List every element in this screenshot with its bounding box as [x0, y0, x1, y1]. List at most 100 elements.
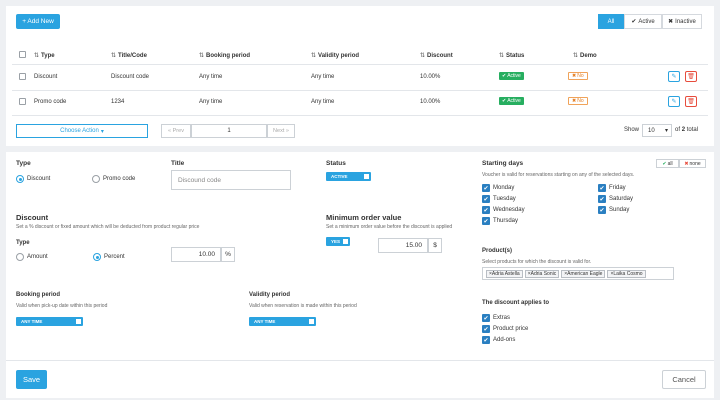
product-tag[interactable]: × Adria Astella [486, 269, 523, 278]
days-none-label: none [689, 160, 701, 167]
days-none-button[interactable]: ✖ none [679, 159, 706, 168]
min-order-help: Set a minimum order value before the dis… [326, 224, 453, 230]
col-header-status[interactable]: ⇅ Status [499, 52, 524, 60]
product-tag-label: Adria Sonic [530, 270, 557, 277]
demo-badge[interactable]: ✖ No [568, 97, 588, 105]
status-badge[interactable]: ✔ Active [499, 72, 524, 80]
product-tag[interactable]: × Laika Cosmo [607, 269, 646, 278]
col-header-type-label: Type [41, 52, 55, 59]
add-new-button[interactable]: + Add New [16, 14, 60, 29]
cancel-label: Cancel [672, 375, 696, 384]
col-header-title[interactable]: ⇅ Title/Code [111, 52, 147, 60]
validity-period-toggle[interactable]: ANY TIME [249, 317, 316, 326]
discount-value-input[interactable]: 10.00 [171, 247, 221, 262]
booking-period-toggle[interactable]: ANY TIME [16, 317, 83, 326]
applies-label: The discount applies to [482, 300, 550, 306]
days-all-button[interactable]: ✔ all [656, 159, 679, 168]
next-label: Next » [273, 128, 289, 134]
day-thursday-checkbox[interactable]: ✔ [482, 217, 490, 225]
status-badge[interactable]: ✔ Active [499, 97, 524, 105]
day-monday-checkbox[interactable]: ✔ [482, 184, 490, 192]
day-wednesday-label: Wednesday [493, 207, 525, 213]
type-discount-label: Discount [27, 176, 51, 182]
applies-price-checkbox[interactable]: ✔ [482, 325, 490, 333]
demo-badge[interactable]: ✖ No [568, 72, 588, 80]
edit-button[interactable]: ✎ [668, 96, 680, 107]
products-multiselect[interactable]: × Adria Astella × Adria Sonic × American Ea… [482, 267, 674, 280]
type-discount-radio[interactable] [16, 175, 24, 183]
min-order-value-input[interactable]: 15.00 [378, 238, 428, 253]
col-header-discount-label: Discount [427, 52, 453, 59]
status-label: Status [326, 160, 346, 167]
filter-all-button[interactable]: All [598, 14, 624, 29]
page-input[interactable]: 1 [191, 124, 267, 138]
check-icon: ✔ [502, 73, 507, 79]
toggle-knob [342, 238, 349, 245]
cell-type: Promo code [34, 99, 67, 105]
starting-days-help: Voucher is valid for reservations starti… [482, 172, 635, 178]
applies-extras-label: Extras [493, 315, 511, 321]
prev-label: « Prev [168, 128, 184, 134]
select-all-checkbox[interactable] [19, 51, 26, 58]
day-tuesday-checkbox[interactable]: ✔ [482, 195, 490, 203]
toggle-knob [363, 173, 370, 180]
day-saturday-checkbox[interactable]: ✔ [598, 195, 606, 203]
day-tuesday-label: Tuesday [493, 196, 516, 202]
per-page-select[interactable]: 10 ▾ [642, 124, 672, 137]
delete-button[interactable]: 🗑 [685, 96, 697, 107]
filter-inactive-button[interactable]: ✖ Inactive [662, 14, 702, 29]
product-tag[interactable]: × American Eagle [561, 269, 606, 278]
discount-type-label: Type [16, 240, 30, 246]
applies-extras-checkbox[interactable]: ✔ [482, 314, 490, 322]
row-checkbox[interactable] [19, 73, 26, 80]
cell-validity: Any time [311, 74, 335, 80]
check-icon: ✔ [502, 98, 507, 104]
status-badge-label: Active [507, 98, 521, 104]
filter-all-label: All [607, 18, 615, 25]
pencil-icon: ✎ [671, 99, 677, 105]
col-header-demo[interactable]: ⇅ Demo [573, 52, 597, 60]
min-order-toggle[interactable]: YES [326, 237, 350, 246]
cancel-button[interactable]: Cancel [662, 370, 706, 389]
total-pages-text: of 2 total [675, 127, 698, 133]
x-icon: ✖ [572, 73, 577, 79]
day-friday-checkbox[interactable]: ✔ [598, 184, 606, 192]
status-badge-label: Active [507, 73, 521, 79]
title-input[interactable]: Discound code [171, 170, 291, 190]
day-saturday-label: Saturday [609, 196, 634, 202]
day-friday-label: Friday [609, 185, 626, 191]
toggle-knob [75, 318, 82, 325]
save-button[interactable]: Save [16, 370, 47, 389]
title-placeholder: Discound code [178, 176, 221, 184]
day-sunday-label: Sunday [609, 207, 630, 213]
col-header-discount[interactable]: ⇅ Discount [420, 52, 453, 60]
booking-period-label: Booking period [16, 292, 60, 298]
col-header-validity[interactable]: ⇅ Validity period [311, 52, 359, 60]
product-tag-label: Laika Cosmo [613, 270, 643, 277]
day-thursday-label: Thursday [493, 218, 519, 224]
prev-button[interactable]: « Prev [161, 124, 191, 138]
day-wednesday-checkbox[interactable]: ✔ [482, 206, 490, 214]
cell-booking: Any time [199, 74, 223, 80]
day-monday-label: Monday [493, 185, 515, 191]
discount-percent-radio[interactable] [93, 253, 101, 261]
discount-amount-radio[interactable] [16, 253, 24, 261]
trash-icon: 🗑 [687, 74, 695, 80]
status-toggle[interactable]: ACTIVE [326, 172, 371, 181]
product-tag[interactable]: × Adria Sonic [524, 269, 560, 278]
col-header-booking[interactable]: ⇅ Booking period [199, 52, 250, 60]
filter-active-button[interactable]: ✔ Active [624, 14, 662, 29]
day-sunday-checkbox[interactable]: ✔ [598, 206, 606, 214]
applies-addons-checkbox[interactable]: ✔ [482, 336, 490, 344]
col-header-type[interactable]: ⇅ Type [34, 52, 55, 60]
products-help: Select products for which the discount i… [482, 259, 592, 265]
next-button[interactable]: Next » [267, 124, 295, 138]
discount-percent-label: Percent [104, 254, 125, 260]
show-label: Show [624, 127, 640, 133]
min-order-label: Minimum order value [326, 213, 402, 222]
row-checkbox[interactable] [19, 98, 26, 105]
delete-button[interactable]: 🗑 [685, 71, 697, 82]
choose-action-select[interactable]: Choose Action ▾ [16, 124, 148, 138]
type-promo-radio[interactable] [92, 175, 100, 183]
edit-button[interactable]: ✎ [668, 71, 680, 82]
